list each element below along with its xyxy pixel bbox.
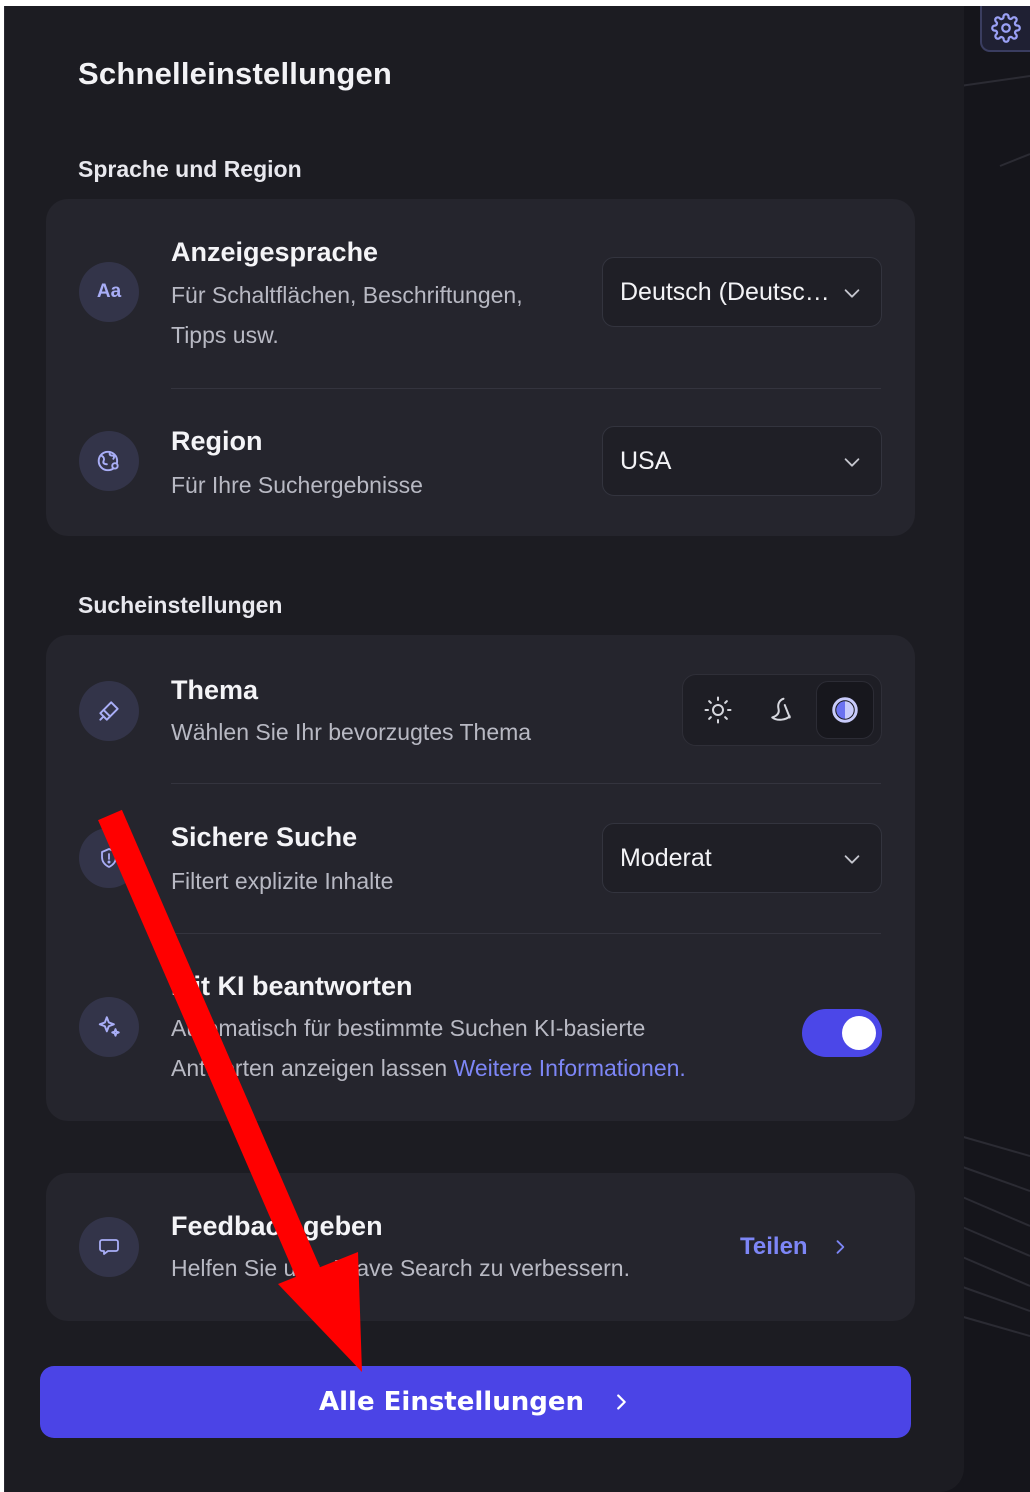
display-language-row: Aa Anzeigesprache Für Schaltflächen, Bes…: [46, 199, 915, 389]
chevron-down-icon: [844, 855, 860, 864]
safe-search-description: Filtert explizite Inhalte: [171, 868, 394, 894]
display-language-description-line1: Für Schaltflächen, Beschriftungen,: [171, 282, 523, 308]
display-language-description-line2: Tipps usw.: [171, 322, 279, 348]
safe-search-selected-value: Moderat: [620, 843, 712, 872]
theme-selector: [682, 674, 882, 746]
quick-settings-panel: Schnelleinstellungen Sprache und Region …: [4, 6, 964, 1492]
display-language-selected-value: Deutsch (Deutschland): [620, 277, 841, 306]
chat-bubble-icon: [79, 1217, 139, 1277]
theme-title: Thema: [171, 675, 259, 705]
region-description: Für Ihre Suchergebnisse: [171, 472, 423, 498]
all-settings-label: Alle Einstellungen: [319, 1387, 584, 1417]
share-feedback-link[interactable]: Teilen: [740, 1233, 850, 1261]
language-region-card: Aa Anzeigesprache Für Schaltflächen, Bes…: [46, 199, 915, 536]
toggle-knob: [842, 1016, 876, 1050]
ai-answers-description-line2: Antworten anzeigen lassen Weitere Inform…: [171, 1048, 686, 1088]
sun-icon: [704, 696, 732, 724]
panel-title: Schnelleinstellungen: [78, 56, 393, 91]
ai-answers-description-line1: Automatisch für bestimmte Suchen KI-basi…: [171, 1015, 646, 1041]
safe-search-title: Sichere Suche: [171, 822, 358, 852]
globe-icon: [79, 431, 139, 491]
ai-answers-description-prefix: Antworten anzeigen lassen: [171, 1055, 454, 1081]
brush-icon: [79, 681, 139, 741]
theme-row: Thema Wählen Sie Ihr bevorzugtes Thema: [46, 635, 915, 783]
settings-toggle-button[interactable]: [980, 6, 1030, 52]
feedback-card: Feedback geben Helfen Sie uns, Brave Sea…: [46, 1173, 915, 1321]
ai-answers-row: Mit KI beantworten Automatisch für besti…: [46, 933, 915, 1121]
feedback-title: Feedback geben: [171, 1211, 383, 1241]
ai-answers-description: Automatisch für bestimmte Suchen KI-basi…: [171, 1008, 686, 1088]
region-row: Region Für Ihre Suchergebnisse USA: [46, 389, 915, 536]
sparkle-icon: [79, 997, 139, 1057]
safe-search-row: Sichere Suche Filtert explizite Inhalte …: [46, 783, 915, 933]
chevron-down-icon: [844, 458, 860, 467]
region-selected-value: USA: [620, 446, 672, 475]
theme-description: Wählen Sie Ihr bevorzugtes Thema: [171, 719, 532, 745]
language-aa-icon: Aa: [79, 262, 139, 322]
chevron-right-icon: [836, 1240, 844, 1254]
more-info-link[interactable]: Weitere Informationen.: [454, 1055, 686, 1081]
page: Schnelleinstellungen Sprache und Region …: [0, 0, 1030, 1492]
ai-answers-title: Mit KI beantworten: [171, 971, 413, 1001]
all-settings-button[interactable]: Alle Einstellungen: [40, 1366, 911, 1438]
safe-search-select[interactable]: Moderat: [602, 823, 882, 893]
chevron-right-icon: [617, 1394, 626, 1410]
section-title-language-region: Sprache und Region: [78, 156, 302, 182]
display-language-title: Anzeigesprache: [171, 237, 379, 267]
region-title: Region: [171, 426, 263, 456]
search-settings-card: Thema Wählen Sie Ihr bevorzugtes Thema S…: [46, 635, 915, 1121]
shield-icon: [79, 828, 139, 888]
share-label: Teilen: [740, 1233, 808, 1260]
section-title-search-settings: Sucheinstellungen: [78, 592, 283, 618]
language-icon-text: Aa: [96, 281, 122, 302]
gear-icon: [991, 13, 1021, 43]
feedback-description: Helfen Sie uns, Brave Search zu verbesse…: [171, 1255, 630, 1281]
chevron-down-icon: [844, 289, 860, 298]
theme-dark-button[interactable]: [752, 681, 810, 739]
ai-answers-toggle[interactable]: [802, 1009, 882, 1057]
display-language-select[interactable]: Deutsch (Deutschland): [602, 257, 882, 327]
region-select[interactable]: USA: [602, 426, 882, 496]
moon-icon: [771, 697, 791, 721]
display-language-description: Für Schaltflächen, Beschriftungen, Tipps…: [171, 275, 523, 355]
contrast-icon: [832, 697, 858, 723]
theme-light-button[interactable]: [689, 681, 747, 739]
theme-system-button[interactable]: [816, 681, 874, 739]
